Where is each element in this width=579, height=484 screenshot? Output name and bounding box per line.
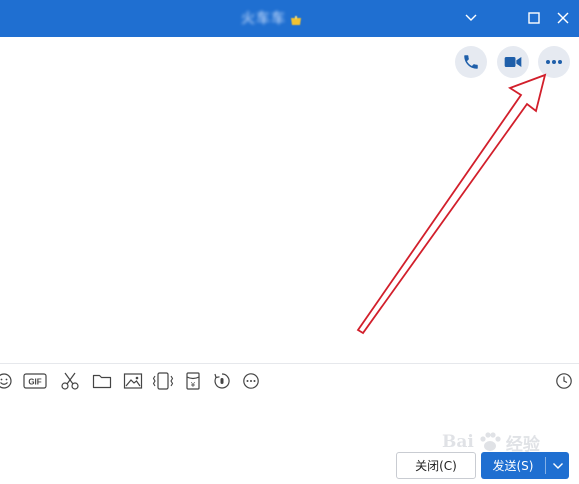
watermark-text: Bai [442,432,474,452]
vip-badge-icon [290,12,302,25]
close-window-button[interactable] [554,9,572,27]
send-button[interactable]: 发送(S) [481,452,569,479]
send-file-button[interactable] [91,370,113,392]
watermark-suffix: 经验 [505,434,540,455]
annotation-arrow [356,73,547,335]
screenshot-button[interactable] [59,370,81,392]
window-title: 火车车 [241,11,286,27]
more-icon [243,373,259,389]
close-button-label: 关闭(C) [415,459,457,473]
more-options-button[interactable] [538,46,570,78]
phone-icon [464,55,478,69]
folder-icon [92,374,112,389]
svg-text:GIF: GIF [28,378,41,387]
input-divider [0,363,579,364]
scissors-icon [61,372,79,390]
maximize-button[interactable] [525,9,543,27]
chevron-down-icon [552,462,563,469]
svg-text:¥: ¥ [191,381,196,389]
red-packet-button[interactable]: ¥ [183,370,203,392]
send-button-label: 发送(S) [492,459,534,473]
image-icon [123,373,143,389]
toolbar-more-button[interactable] [241,370,261,392]
video-call-button[interactable] [497,46,529,78]
shake-window-button[interactable] [152,370,174,392]
ellipsis-icon [546,60,562,64]
shake-window-icon [152,372,174,390]
chat-window: 火车车 GIF ¥ Bai 经验 关闭(C) 发送(S) [0,0,579,484]
chevron-down-icon [465,14,477,21]
close-icon [557,12,569,24]
red-packet-icon: ¥ [186,372,200,390]
title-bar[interactable]: 火车车 [0,0,579,37]
square-icon [528,12,540,24]
gif-button[interactable]: GIF [23,370,47,392]
title-area: 火车车 [241,8,302,28]
voice-message-button[interactable] [211,370,233,392]
message-history-button[interactable] [554,370,574,392]
send-image-button[interactable] [122,370,144,392]
emoji-icon [0,373,12,389]
close-button[interactable]: 关闭(C) [396,452,476,479]
voice-call-button[interactable] [455,46,487,78]
minimize-button[interactable] [462,9,480,27]
video-camera-icon [504,57,522,67]
voice-message-icon [214,373,230,389]
history-clock-icon [556,373,572,389]
send-options-dropdown[interactable] [546,462,569,470]
gif-icon: GIF [23,373,47,389]
emoji-button[interactable] [0,370,14,392]
